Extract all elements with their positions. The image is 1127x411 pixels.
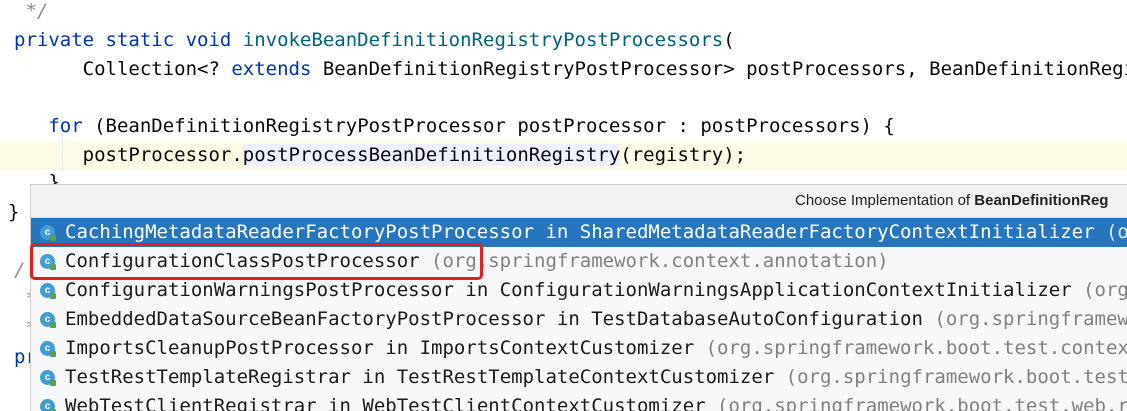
implementation-item[interactable]: c WebTestClientRegistrar in WebTestClien…: [31, 392, 1127, 411]
class-icon: c: [40, 370, 56, 386]
implementation-item[interactable]: c EmbeddedDataSourceBeanFactoryPostProce…: [31, 305, 1127, 334]
code-line-8: }: [8, 201, 20, 223]
red-highlight-box: [30, 243, 483, 280]
implementation-item[interactable]: c TestRestTemplateRegistrar in TestRestT…: [31, 363, 1127, 392]
class-icon: c: [40, 312, 56, 328]
code-line-1: */: [14, 0, 49, 22]
implementation-item[interactable]: c ConfigurationWarningsPostProcessor in …: [31, 276, 1127, 305]
code-line-6: postProcessor.postProcessBeanDefinitionR…: [14, 144, 747, 166]
popup-header: Choose Implementation of BeanDefinitionR…: [31, 185, 1127, 218]
code-line-5: for (BeanDefinitionRegistryPostProcessor…: [48, 115, 895, 137]
code-line-3: Collection<? extends BeanDefinitionRegis…: [14, 58, 1127, 80]
class-icon: c: [40, 283, 56, 299]
class-icon: c: [40, 225, 56, 241]
implementation-item[interactable]: c ImportsCleanupPostProcessor in Imports…: [31, 334, 1127, 363]
code-line-2: private static void invokeBeanDefinition…: [14, 29, 735, 51]
method-call: postProcessBeanDefinitionRegistry: [242, 144, 621, 166]
class-icon: c: [40, 399, 56, 411]
code-line-9: /: [14, 259, 26, 281]
class-icon: c: [40, 341, 56, 357]
choose-implementation-popup[interactable]: Choose Implementation of BeanDefinitionR…: [30, 184, 1127, 411]
